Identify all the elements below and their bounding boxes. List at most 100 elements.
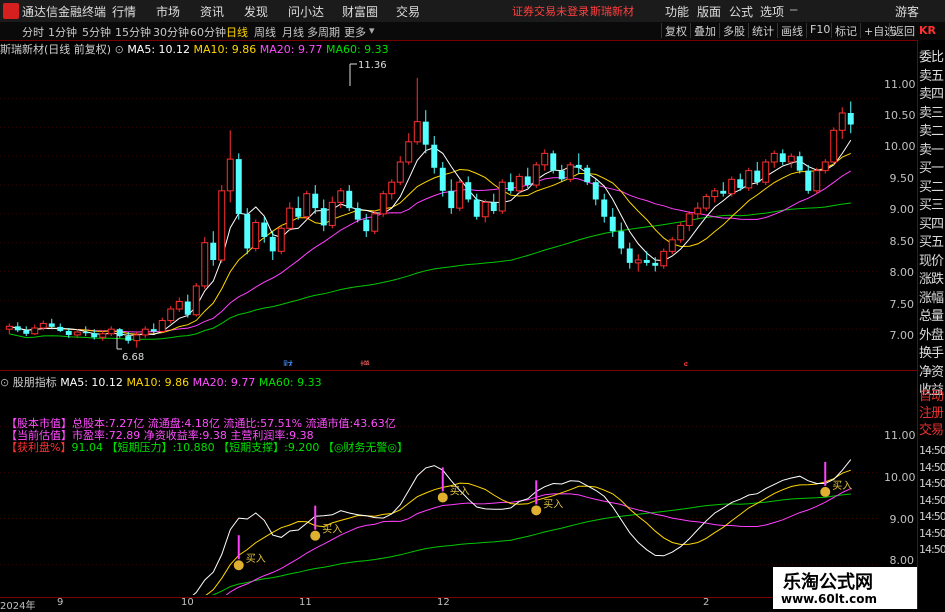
x-axis-label: 9 (57, 597, 64, 608)
candle-body (643, 260, 650, 263)
settings-icon[interactable]: ⊙ (115, 43, 128, 56)
minimize-icon[interactable]: ─ (790, 3, 797, 17)
period-15min[interactable]: 15分钟 (115, 24, 151, 40)
sidebar-item[interactable]: 买三 (919, 194, 944, 213)
candle-body (584, 167, 591, 183)
sidebar-item[interactable]: 14:50 (919, 494, 945, 507)
statistics-button[interactable]: 统计 (748, 23, 777, 38)
candle-body (405, 141, 413, 163)
period-multi[interactable]: 多周期 (307, 24, 340, 40)
sidebar-item[interactable]: 14:50 (919, 527, 945, 540)
candle-body (550, 153, 557, 171)
sub-y-tick: 9.00 (889, 513, 915, 526)
mark-button[interactable]: 标记 (831, 23, 860, 38)
menu-market[interactable]: 市场 (156, 3, 180, 20)
sidebar-item[interactable]: 涨幅 (919, 287, 944, 306)
sidebar-item[interactable]: 14:50 (919, 461, 945, 474)
sub-ma10-line (205, 469, 851, 595)
candle-body (244, 213, 251, 249)
sidebar-item[interactable]: 14:50 (919, 444, 945, 457)
sidebar-item[interactable]: 总量 (919, 305, 944, 324)
sidebar-item[interactable]: 14:50 (919, 543, 945, 556)
menu-function[interactable]: 功能 (665, 3, 689, 20)
period-30min[interactable]: 30分钟 (153, 24, 189, 40)
candle-body (277, 227, 285, 252)
candle-body (269, 236, 276, 252)
sidebar-item[interactable]: 14:50 (919, 510, 945, 523)
candle-body (116, 329, 123, 337)
candle-body (634, 259, 642, 264)
back-button[interactable]: 返回 (889, 23, 918, 38)
sidebar-item[interactable]: 委比 (919, 46, 944, 65)
ma60-label: MA60: 9.33 (325, 43, 389, 56)
menu-options[interactable]: 选项 (760, 3, 784, 20)
sidebar-item[interactable]: 交易 (919, 419, 944, 438)
sidebar-item[interactable]: 现价 (919, 250, 944, 269)
menu-discover[interactable]: 发现 (244, 3, 268, 20)
period-more[interactable]: 更多 (344, 24, 366, 40)
app-logo-icon (3, 3, 19, 19)
candle-body (210, 242, 217, 260)
candle-body (328, 201, 336, 226)
y-tick: 11.00 (884, 78, 916, 91)
menu-wealth[interactable]: 财富圈 (342, 3, 378, 20)
chevron-down-icon[interactable]: ▾ (369, 24, 375, 37)
sidebar-item[interactable]: 买一 (919, 157, 944, 176)
candle-body (73, 331, 81, 336)
menu-quotes[interactable]: 行情 (112, 3, 136, 20)
sidebar-item[interactable]: 14:50 (919, 477, 945, 490)
sidebar-item[interactable]: 买四 (919, 213, 944, 232)
candle-body (498, 181, 506, 212)
period-tick[interactable]: 分时 (22, 24, 44, 40)
y-tick: 8.00 (889, 266, 915, 279)
draw-line-button[interactable]: 画线 (777, 23, 806, 38)
dividend-marker[interactable]: $ (683, 361, 689, 366)
guest-label[interactable]: 游客 (895, 3, 919, 20)
menu-ask[interactable]: 问小达 (288, 3, 324, 20)
sidebar-item[interactable]: 涨跌 (919, 268, 944, 287)
sidebar-item[interactable]: 买二 (919, 176, 944, 195)
candle-body (821, 161, 829, 172)
candle-body (626, 248, 633, 263)
x-axis-label: 2024年 (0, 601, 36, 612)
candle-body (31, 327, 39, 335)
menu-formula[interactable]: 公式 (729, 3, 753, 20)
sidebar-item[interactable]: 卖五 (919, 65, 944, 84)
multi-stock-button[interactable]: 多股 (719, 23, 748, 38)
candlestick-chart[interactable]: 11.36 6.68 财 增 $ (0, 56, 917, 366)
sidebar-item[interactable]: 卖四 (919, 83, 944, 102)
candle-body (720, 190, 727, 194)
candle-body (295, 208, 302, 217)
candle-body (685, 213, 693, 226)
sidebar-item[interactable]: 净资 (919, 361, 944, 380)
f10-button[interactable]: F10 (806, 23, 833, 38)
overlay-button[interactable]: 叠加 (690, 23, 719, 38)
restore-rights-button[interactable]: 复权 (661, 23, 690, 38)
ma5-label: MA5: 10.12 (127, 43, 191, 56)
main-chart-title: 斯瑞新材(日线 前复权) (0, 43, 112, 56)
login-notice[interactable]: 证券交易未登录 (512, 3, 589, 19)
sidebar-item[interactable]: 卖一 (919, 139, 944, 158)
sidebar-item[interactable]: 卖二 (919, 120, 944, 139)
period-5min[interactable]: 5分钟 (82, 24, 111, 40)
period-daily[interactable]: 日线 (226, 24, 248, 40)
period-60min[interactable]: 60分钟 (190, 24, 226, 40)
candle-body (346, 190, 353, 209)
period-weekly[interactable]: 周线 (254, 24, 276, 40)
finance-marker[interactable]: 财 (283, 359, 293, 366)
candle-body (813, 170, 821, 192)
y-tick: 7.00 (889, 329, 915, 342)
menu-layout[interactable]: 版面 (697, 3, 721, 20)
settings-icon[interactable]: ⊙ (0, 376, 13, 389)
increase-marker[interactable]: 增 (360, 359, 370, 366)
candle-body (175, 301, 183, 310)
sidebar-item[interactable]: 卖三 (919, 102, 944, 121)
sidebar-item[interactable]: 买五 (919, 231, 944, 250)
period-toolbar: 分时 1分钟 5分钟 15分钟 30分钟 60分钟 日线 周线 月线 多周期 更… (0, 22, 945, 41)
menu-trade[interactable]: 交易 (396, 3, 420, 20)
period-monthly[interactable]: 月线 (282, 24, 304, 40)
menu-news[interactable]: 资讯 (200, 3, 224, 20)
sidebar-item[interactable]: 外盘 (919, 324, 944, 343)
sidebar-item[interactable]: 换手 (919, 342, 944, 361)
period-1min[interactable]: 1分钟 (48, 24, 77, 40)
